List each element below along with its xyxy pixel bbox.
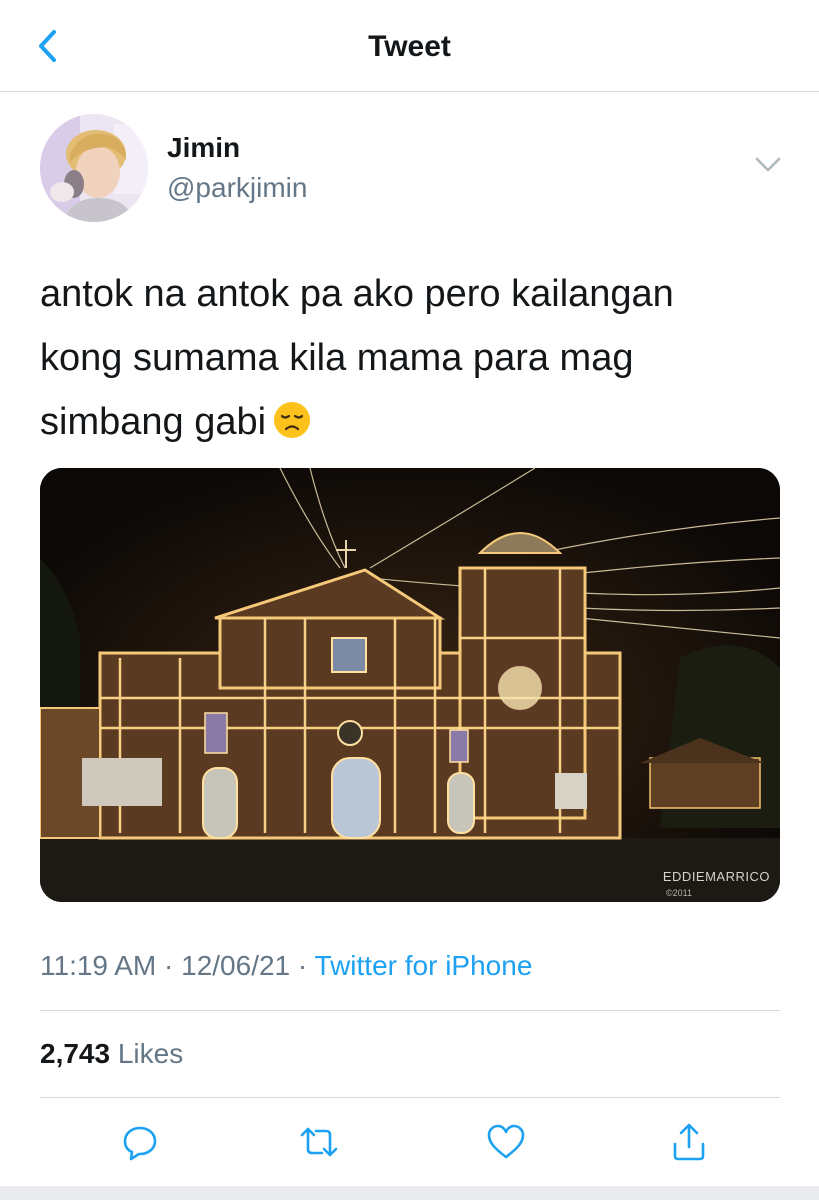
tweet-author-header: Jimin @parkjimin [0,92,819,232]
tweet-media-image[interactable]: EDDIEMARRICO ©2011 [40,468,780,902]
like-icon[interactable] [484,1120,528,1164]
author-handle[interactable]: @parkjimin [167,172,307,204]
tweet-source-link[interactable]: Twitter for iPhone [315,950,533,981]
tweet-text-line: antok na antok pa ako pero kailangan [40,273,674,315]
tweet-text-line: simbang gabi [40,390,785,454]
divider [40,1097,780,1098]
photo-watermark-year: ©2011 [666,888,692,898]
chevron-down-icon[interactable] [752,152,784,176]
top-nav-bar: Tweet [0,0,819,92]
tweet-actions-bar [0,1112,819,1172]
reply-icon[interactable] [118,1120,162,1164]
tweet-metadata: 11:19 AM · 12/06/21 · Twitter for iPhone [40,950,532,982]
author-name[interactable]: Jimin [167,132,240,164]
retweet-icon[interactable] [297,1120,341,1164]
divider [40,1010,780,1011]
share-icon[interactable] [667,1120,711,1164]
avatar[interactable] [40,114,148,222]
bottom-bar [0,1186,819,1200]
tweet-text-segment: simbang gabi [40,401,267,443]
likes-label: Likes [110,1038,184,1069]
tweet-text: antok na antok pa ako pero kailangan kon… [40,262,785,454]
tweet-time: 11:19 AM [40,950,157,981]
meta-separator: · [156,950,182,981]
disappointed-face-emoji [274,402,311,438]
tweet-date: 12/06/21 [181,950,291,981]
photo-watermark: EDDIEMARRICO [662,869,770,884]
likes-count: 2,743 [40,1038,111,1069]
meta-separator: · [290,950,315,981]
church-photo [40,468,780,902]
tweet-text-line: kong sumama kila mama para mag [40,337,634,379]
page-title: Tweet [368,30,451,63]
likes-stat[interactable]: 2,743 Likes [40,1038,183,1070]
